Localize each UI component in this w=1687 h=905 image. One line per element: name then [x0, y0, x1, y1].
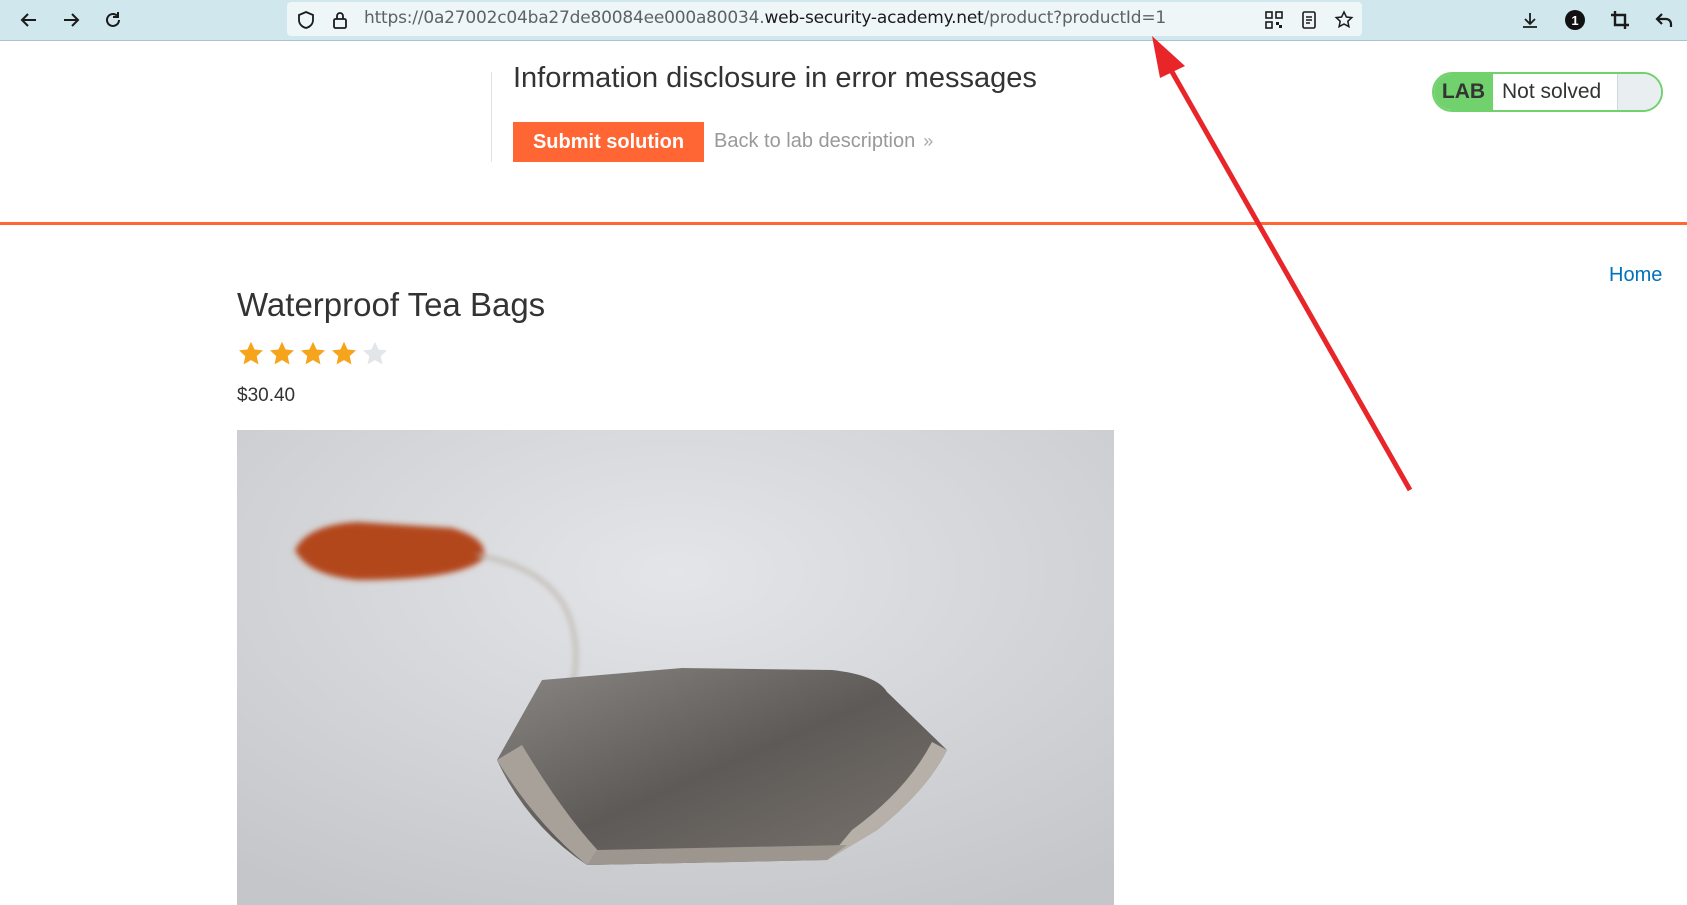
- url-host: web-security-academy.net: [764, 8, 984, 28]
- reader-icon[interactable]: [1294, 6, 1324, 34]
- back-to-lab-description-link[interactable]: Back to lab description »: [714, 130, 933, 153]
- star-filled-icon: [331, 341, 357, 365]
- lab-badge-label: LAB: [1434, 74, 1493, 110]
- submit-solution-button[interactable]: Submit solution: [513, 122, 704, 162]
- url-prefix: https://0a27002c04ba27de80084ee000a80034…: [364, 8, 765, 28]
- star-filled-icon: [238, 341, 264, 365]
- double-chevron-right-icon: »: [923, 131, 934, 151]
- star-filled-icon: [269, 341, 295, 365]
- reload-icon[interactable]: [98, 6, 128, 34]
- lab-title: Information disclosure in error messages: [513, 62, 1037, 94]
- url-text[interactable]: https://0a27002c04ba27de80084ee000a80034…: [364, 8, 1166, 28]
- lock-icon[interactable]: [325, 6, 355, 34]
- forward-icon[interactable]: [56, 6, 86, 34]
- url-path: /product?productId=1: [983, 8, 1167, 28]
- qr-code-icon[interactable]: [1259, 6, 1289, 34]
- back-link-label: Back to lab description: [714, 130, 916, 152]
- header-separator: [0, 222, 1687, 225]
- shield-icon[interactable]: [291, 6, 321, 34]
- extension-1-icon[interactable]: 1: [1560, 6, 1590, 34]
- product-price: $30.40: [237, 385, 296, 406]
- bookmark-star-icon[interactable]: [1329, 6, 1359, 34]
- product-title: Waterproof Tea Bags: [237, 286, 546, 323]
- lab-status-text: Not solved: [1502, 80, 1602, 103]
- crop-icon[interactable]: [1605, 6, 1635, 34]
- star-filled-icon: [300, 341, 326, 365]
- star-empty-icon: [362, 341, 388, 365]
- svg-text:1: 1: [1571, 13, 1578, 28]
- header-divider: [491, 72, 492, 162]
- browser-toolbar: https://0a27002c04ba27de80084ee000a80034…: [0, 0, 1687, 41]
- tea-bag-photo: [237, 430, 1114, 905]
- lab-status-indicator: [1617, 74, 1661, 110]
- download-icon[interactable]: [1515, 6, 1545, 34]
- back-icon[interactable]: [14, 6, 44, 34]
- lab-status-badge: LAB Not solved: [1432, 72, 1663, 112]
- product-rating: [237, 340, 389, 368]
- undo-icon[interactable]: [1649, 6, 1679, 34]
- home-link[interactable]: Home: [1609, 264, 1662, 287]
